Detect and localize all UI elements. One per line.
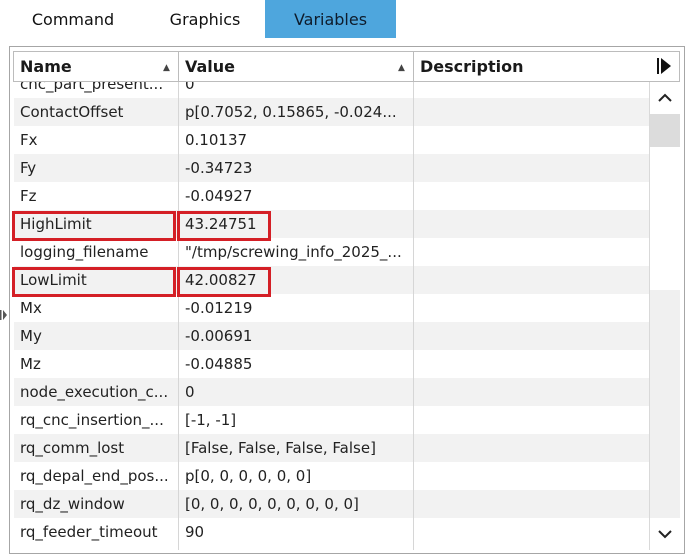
column-header-name[interactable]: Name xyxy=(14,52,179,81)
table-row[interactable]: My -0.00691 xyxy=(14,322,649,350)
variable-description-cell xyxy=(414,378,649,406)
variable-value-cell: -0.34723 xyxy=(185,159,253,177)
variable-description-cell xyxy=(414,82,649,98)
variable-name-cell: cnc_part_present... xyxy=(20,82,164,93)
chevron-up-icon xyxy=(658,93,672,102)
variable-description-cell xyxy=(414,490,649,518)
variable-value-cell: 0 xyxy=(185,383,195,401)
table-row[interactable]: Mx -0.01219 xyxy=(14,294,649,322)
highlight-box-lowlimit-name xyxy=(12,267,176,297)
column-header-value[interactable]: Value xyxy=(179,52,414,81)
variable-description-cell xyxy=(414,518,649,546)
variable-value-cell: "/tmp/screwing_info_2025_... xyxy=(185,243,402,261)
scroll-track xyxy=(650,147,680,290)
variable-name-cell: Fy xyxy=(20,159,37,177)
tab-command[interactable]: Command xyxy=(0,0,146,38)
scroll-thumb[interactable] xyxy=(650,114,680,147)
table-row[interactable]: rq_cnc_insertion_... [-1, -1] xyxy=(14,406,649,434)
variable-value-cell: 90 xyxy=(185,523,205,541)
tab-graphics[interactable]: Graphics xyxy=(146,0,264,38)
table-row[interactable]: rq_depal_end_pos... p[0, 0, 0, 0, 0, 0] xyxy=(14,462,649,490)
variable-name-cell: rq_dz_window xyxy=(20,495,125,513)
splitter-handle-icon[interactable] xyxy=(0,308,8,322)
variable-value-cell: -0.04927 xyxy=(185,187,253,205)
table-row[interactable]: Fy -0.34723 xyxy=(14,154,649,182)
variable-description-cell xyxy=(414,238,649,266)
variable-value-cell: [False, False, False, False] xyxy=(185,439,376,457)
variable-description-cell xyxy=(414,126,649,154)
table-row[interactable]: Fz -0.04927 xyxy=(14,182,649,210)
variable-name-cell: node_execution_c... xyxy=(20,383,169,401)
variable-description-cell xyxy=(414,294,649,322)
variable-name-cell: Fx xyxy=(20,131,38,149)
table-row[interactable]: ContactOffset p[0.7052, 0.15865, -0.024..… xyxy=(14,98,649,126)
variable-description-cell xyxy=(414,322,649,350)
table-header: Name ▲ Value ▲ Description xyxy=(13,51,680,82)
variable-value-cell: [-1, -1] xyxy=(185,411,237,429)
column-header-name-label: Name xyxy=(20,57,72,76)
variable-value-cell: [0, 0, 0, 0, 0, 0, 0, 0, 0] xyxy=(185,495,359,513)
column-picker-icon[interactable] xyxy=(654,56,674,76)
variable-description-cell xyxy=(414,462,649,490)
variable-name-cell: rq_depal_end_pos... xyxy=(20,467,169,485)
sort-up-icon[interactable]: ▲ xyxy=(398,64,405,73)
variable-description-cell xyxy=(414,154,649,182)
variable-value-cell: -0.04885 xyxy=(185,355,253,373)
table-row[interactable]: rq_feeder_timeout 90 xyxy=(14,518,649,546)
variable-value-cell: -0.01219 xyxy=(185,299,253,317)
variable-name-cell: rq_comm_lost xyxy=(20,439,125,457)
vertical-scrollbar[interactable] xyxy=(649,82,680,550)
highlight-box-lowlimit-value xyxy=(177,267,271,297)
variable-value-cell: -0.00691 xyxy=(185,327,253,345)
table-row[interactable]: Mz -0.04885 xyxy=(14,350,649,378)
variable-value-cell: 0 xyxy=(185,82,195,93)
highlight-box-highlimit-name xyxy=(12,211,176,241)
variable-description-cell xyxy=(414,182,649,210)
variable-name-cell: rq_cnc_insertion_... xyxy=(20,411,164,429)
variable-description-cell xyxy=(414,266,649,294)
variable-value-cell: p[0, 0, 0, 0, 0, 0] xyxy=(185,467,312,485)
column-header-description-label: Description xyxy=(420,57,524,76)
tab-variables[interactable]: Variables xyxy=(265,0,396,38)
table-row[interactable]: cnc_part_present... 0 xyxy=(14,82,649,98)
table-row[interactable]: logging_filename "/tmp/screwing_info_2025… xyxy=(14,238,649,266)
variable-name-cell: My xyxy=(20,327,42,345)
variable-description-cell xyxy=(414,406,649,434)
highlight-box-highlimit-value xyxy=(177,211,271,241)
variable-description-cell xyxy=(414,434,649,462)
variable-value-cell: p[0.7052, 0.15865, -0.024... xyxy=(185,103,397,121)
table-row[interactable]: node_execution_c... 0 xyxy=(14,378,649,406)
column-header-value-label: Value xyxy=(185,57,236,76)
variable-name-cell: Mz xyxy=(20,355,41,373)
variable-name-cell: ContactOffset xyxy=(20,103,124,121)
variable-description-cell xyxy=(414,98,649,126)
variable-name-cell: logging_filename xyxy=(20,243,149,261)
variable-description-cell xyxy=(414,350,649,378)
table-row[interactable]: rq_comm_lost [False, False, False, False] xyxy=(14,434,649,462)
column-header-description[interactable]: Description xyxy=(414,52,649,81)
chevron-down-icon xyxy=(658,530,672,539)
variable-value-cell: 0.10137 xyxy=(185,131,248,149)
sort-up-icon[interactable]: ▲ xyxy=(163,64,170,73)
table-row[interactable]: Fx 0.10137 xyxy=(14,126,649,154)
variables-table: rq_feeder_timeout 90 rq_dz_window [0, 0, 0,… xyxy=(14,82,649,550)
variable-name-cell: rq_feeder_timeout xyxy=(20,523,158,541)
scroll-up-button[interactable] xyxy=(650,82,680,114)
scroll-down-button[interactable] xyxy=(650,518,680,550)
tab-bar: Command Graphics Variables xyxy=(0,0,688,38)
variable-name-cell: Fz xyxy=(20,187,37,205)
table-row[interactable]: rq_dz_window [0, 0, 0, 0, 0, 0, 0, 0, 0] xyxy=(14,490,649,518)
variable-description-cell xyxy=(414,210,649,238)
variable-name-cell: Mx xyxy=(20,299,42,317)
